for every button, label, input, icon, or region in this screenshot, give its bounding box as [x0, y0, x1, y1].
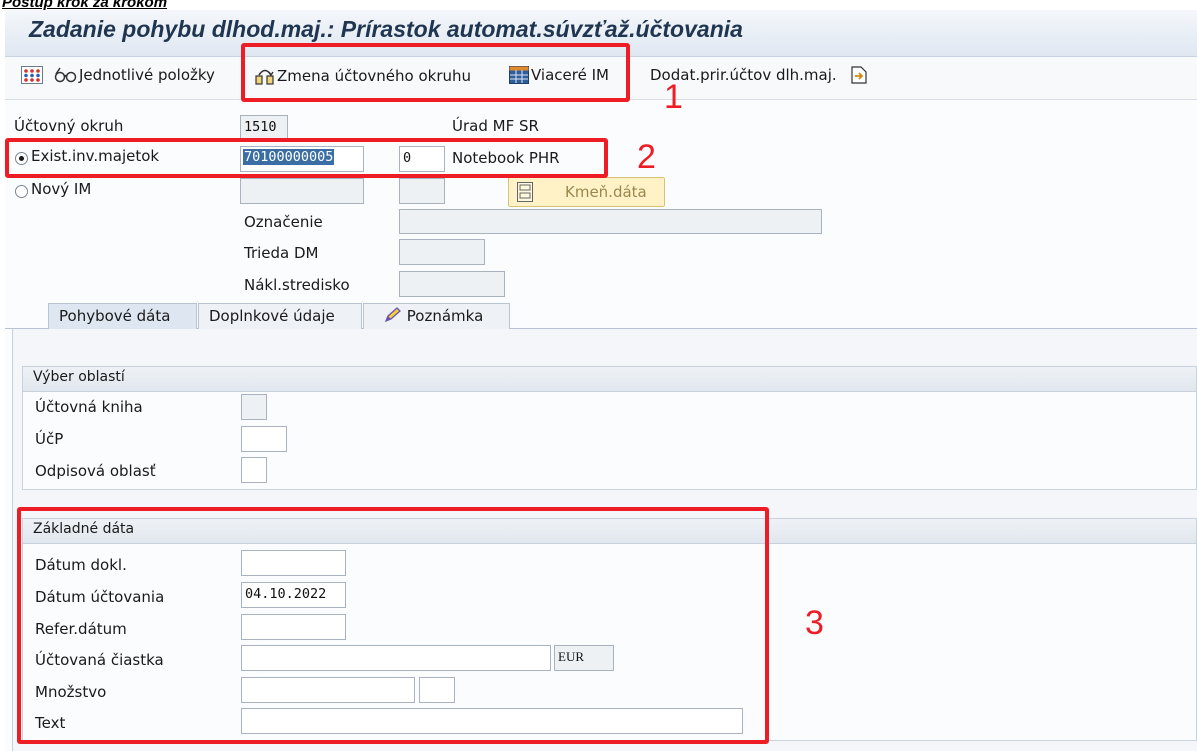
annotation-box-3	[17, 507, 769, 744]
tab-note-label: Poznámka	[406, 307, 484, 325]
accounting-principle-label: ÚčP	[35, 430, 64, 448]
asset-class-field[interactable]	[399, 239, 485, 265]
pencil-note-icon	[384, 307, 402, 323]
master-data-icon	[517, 182, 533, 202]
tab-movement-data-label: Pohybové dáta	[59, 307, 171, 325]
new-asset-number-input[interactable]	[240, 178, 364, 204]
company-code-description: Úrad MF SR	[452, 117, 539, 135]
area-selection-header: Výber oblastí	[23, 367, 1196, 392]
ledger-label: Účtovná kniha	[35, 398, 143, 416]
annotation-number-1: 1	[664, 78, 683, 116]
designation-field[interactable]	[399, 209, 822, 234]
depreciation-area-field[interactable]	[241, 457, 267, 483]
annotation-box-1	[241, 43, 630, 102]
toolbar-single-items-button[interactable]: Jednotlivé položky	[21, 66, 215, 84]
cost-center-label: Nákl.stredisko	[244, 276, 350, 294]
tab-note[interactable]: Poznámka	[363, 303, 510, 329]
document-arrow-icon	[851, 66, 867, 84]
new-asset-subnumber-input[interactable]	[399, 178, 445, 204]
company-code-field[interactable]: 1510	[240, 115, 288, 139]
area-selection-title: Výber oblastí	[33, 369, 125, 385]
company-code-label: Účtovný okruh	[14, 117, 124, 135]
new-asset-radio[interactable]	[15, 185, 28, 198]
tab-movement-data[interactable]: Pohybové dáta	[48, 303, 197, 329]
dots-grid-icon	[21, 66, 43, 84]
master-data-button-label: Kmeň.dáta	[565, 183, 647, 201]
accounting-principle-field[interactable]	[241, 426, 287, 452]
area-selection-group: Výber oblastí	[22, 366, 1197, 490]
window-title: Zadanie pohybu dlhod.maj.: Prírastok aut…	[29, 16, 743, 42]
annotation-number-2: 2	[637, 138, 656, 176]
designation-label: Označenie	[244, 213, 323, 231]
asset-class-label: Trieda DM	[244, 244, 319, 262]
toolbar-single-items-label: Jednotlivé položky	[79, 66, 215, 84]
tab-additional-data-label: Doplnkové údaje	[209, 307, 335, 325]
master-data-button[interactable]: Kmeň.dáta	[508, 177, 665, 207]
glasses-icon	[53, 66, 79, 84]
new-asset-label: Nový IM	[31, 180, 92, 198]
annotation-number-3: 3	[805, 604, 824, 642]
tab-additional-data[interactable]: Doplnkové údaje	[198, 303, 362, 329]
depreciation-area-label: Odpisová oblasť	[35, 462, 156, 480]
cost-center-field[interactable]	[399, 271, 505, 297]
ledger-field[interactable]	[241, 394, 267, 420]
annotation-box-2	[5, 138, 608, 178]
